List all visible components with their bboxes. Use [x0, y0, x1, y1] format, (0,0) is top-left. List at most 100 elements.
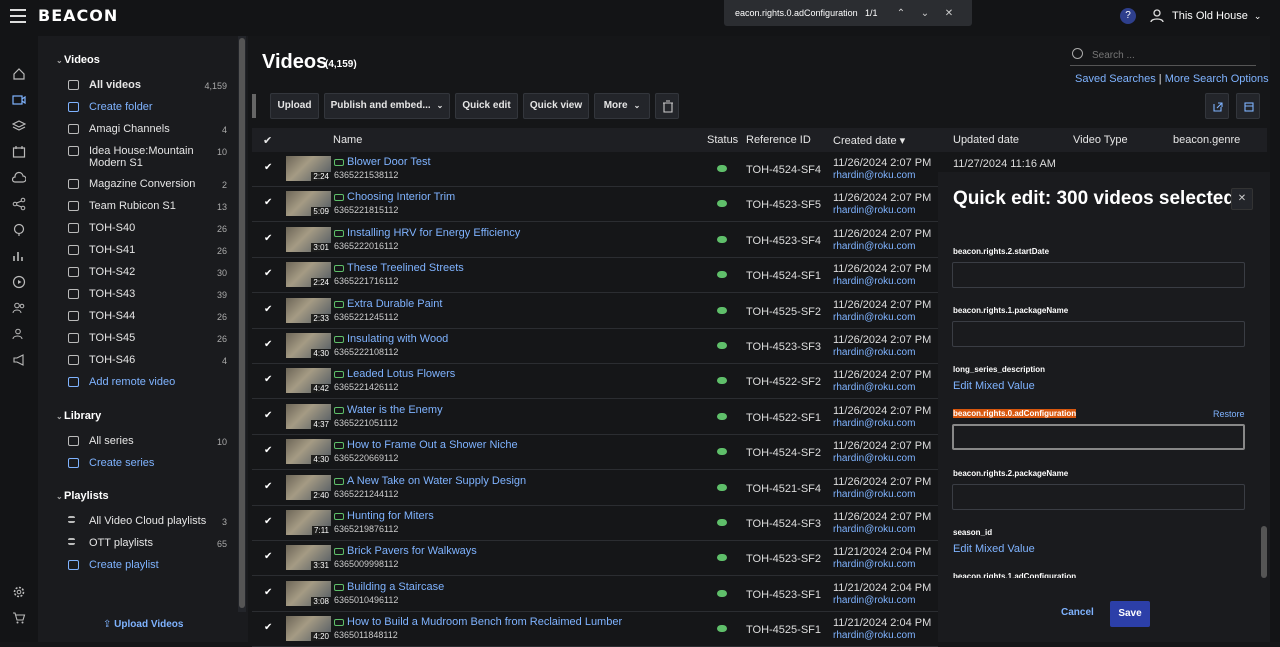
video-thumbnail[interactable]: 2:33	[286, 297, 331, 323]
megaphone-icon[interactable]	[12, 353, 26, 367]
column-video-type[interactable]: Video Type	[1073, 134, 1128, 146]
video-thumbnail[interactable]: 3:01	[286, 226, 331, 252]
help-icon[interactable]: ?	[1120, 8, 1136, 24]
search-box[interactable]	[1070, 44, 1256, 66]
share-icon[interactable]	[12, 197, 26, 211]
video-thumbnail[interactable]: 3:31	[286, 545, 331, 571]
video-thumbnail[interactable]: 4:37	[286, 403, 331, 429]
analytics-icon[interactable]	[12, 249, 26, 263]
row-checkbox[interactable]: ✔	[264, 587, 272, 598]
video-title-link[interactable]: Building a Staircase	[347, 581, 444, 593]
app-logo[interactable]: BEACON	[38, 6, 118, 25]
quick-edit-button[interactable]: Quick edit	[455, 93, 518, 119]
more-search-options-link[interactable]: More Search Options	[1165, 73, 1269, 85]
column-created-date[interactable]: Created date ▾	[833, 134, 905, 147]
row-checkbox[interactable]: ✔	[264, 162, 272, 173]
brush-icon[interactable]	[12, 223, 26, 237]
table-row[interactable]: ✔ 2:24 Blower Door Test 6365221538112 TOH-45…	[252, 152, 938, 187]
sidebar-folder[interactable]: Idea House:Mountain Modern S1 10	[68, 145, 228, 171]
saved-searches-link[interactable]: Saved Searches	[1075, 73, 1156, 85]
section-videos[interactable]: ⌄Videos	[56, 54, 100, 66]
table-row[interactable]: ✔ 7:11 Hunting for Miters 6365219876112 TOH-…	[252, 506, 938, 541]
table-row[interactable]: ✔ 3:31 Brick Pavers for Walkways 6365009998…	[252, 541, 938, 577]
video-thumbnail[interactable]: 4:30	[286, 333, 331, 358]
row-checkbox[interactable]: ✔	[264, 304, 272, 315]
section-library[interactable]: ⌄Library	[56, 410, 101, 422]
table-row[interactable]: ✔ 3:08 Building a Staircase 6365010496112 TO…	[252, 577, 938, 612]
row-checkbox[interactable]: ✔	[264, 481, 272, 492]
calendar-icon[interactable]	[12, 145, 26, 159]
video-thumbnail[interactable]: 4:20	[286, 616, 331, 642]
video-title-link[interactable]: Blower Door Test	[347, 156, 431, 168]
video-thumbnail[interactable]: 2:24	[286, 262, 331, 288]
video-title-link[interactable]: How to Build a Mudroom Bench from Reclai…	[347, 616, 622, 628]
row-checkbox[interactable]: ✔	[264, 339, 272, 350]
video-title-link[interactable]: Hunting for Miters	[347, 510, 434, 522]
package-name-field[interactable]	[952, 321, 1245, 347]
row-checkbox[interactable]: ✔	[264, 374, 272, 385]
video-thumbnail[interactable]: 7:11	[286, 510, 331, 535]
edit-mixed-value-link[interactable]: Edit Mixed Value	[953, 543, 1035, 555]
video-title-link[interactable]: Extra Durable Paint	[347, 298, 442, 310]
user-settings-icon[interactable]	[12, 327, 26, 341]
cancel-button[interactable]: Cancel	[1055, 602, 1100, 623]
ad-configuration-field[interactable]	[952, 424, 1245, 450]
panel-scrollbar[interactable]	[1261, 526, 1267, 578]
table-row[interactable]: ✔ 4:30 How to Frame Out a Shower Niche 6365…	[252, 435, 938, 471]
video-thumbnail[interactable]: 3:08	[286, 580, 331, 606]
find-query[interactable]: eacon.rights.0.adConfiguration	[735, 8, 865, 18]
table-row[interactable]: ✔ 4:42 Leaded Lotus Flowers 6365221426112 TO…	[252, 364, 938, 400]
column-updated-date[interactable]: Updated date	[953, 134, 1019, 146]
table-row[interactable]: ✔ 4:37 Water is the Enemy 6365221051112 TOH-…	[252, 400, 938, 435]
restore-link[interactable]: Restore	[1213, 409, 1245, 419]
user-menu[interactable]: This Old House ⌄	[1150, 9, 1261, 23]
row-checkbox[interactable]: ✔	[264, 516, 272, 527]
video-title-link[interactable]: These Treelined Streets	[347, 262, 464, 274]
find-close-icon[interactable]: ✕	[937, 8, 961, 19]
more-button[interactable]: More ⌄	[594, 93, 650, 119]
sidebar-scrollbar[interactable]	[238, 36, 246, 612]
row-checkbox[interactable]: ✔	[264, 410, 272, 421]
row-checkbox[interactable]: ✔	[264, 551, 272, 562]
video-title-link[interactable]: Choosing Interior Trim	[347, 191, 455, 203]
column-genre[interactable]: beacon.genre	[1173, 134, 1240, 146]
table-row[interactable]: ✔ 5:09 Choosing Interior Trim 6365221815112…	[252, 187, 938, 223]
close-icon[interactable]: ✕	[1231, 188, 1253, 210]
cloud-icon[interactable]	[11, 171, 27, 185]
gear-icon[interactable]	[12, 585, 26, 599]
find-next-icon[interactable]: ⌄	[913, 8, 937, 19]
row-checkbox[interactable]: ✔	[264, 268, 272, 279]
video-title-link[interactable]: Insulating with Wood	[347, 333, 448, 345]
search-input[interactable]	[1092, 47, 1252, 63]
row-checkbox[interactable]: ✔	[264, 622, 272, 633]
table-row[interactable]: ✔ 2:24 These Treelined Streets 636522171611…	[252, 258, 938, 294]
quick-view-button[interactable]: Quick view	[523, 93, 589, 119]
video-title-link[interactable]: Installing HRV for Energy Efficiency	[347, 227, 520, 239]
upload-videos-link[interactable]: ⇪ Upload Videos	[103, 619, 183, 630]
column-name[interactable]: Name	[333, 134, 362, 146]
users-icon[interactable]	[12, 301, 26, 315]
table-row[interactable]: ✔ 3:01 Installing HRV for Energy Efficienc…	[252, 223, 938, 258]
videos-icon[interactable]	[12, 93, 26, 107]
layers-icon[interactable]	[11, 119, 27, 133]
select-all-checkbox[interactable]: ✔	[263, 134, 272, 147]
column-status[interactable]: Status	[707, 134, 738, 146]
home-icon[interactable]	[12, 67, 26, 81]
video-thumbnail[interactable]: 2:40	[286, 474, 331, 500]
section-playlists[interactable]: ⌄Playlists	[56, 490, 109, 502]
publish-embed-button[interactable]: Publish and embed... ⌄	[324, 93, 450, 119]
table-row[interactable]: ✔ 2:40 A New Take on Water Supply Design 63…	[252, 471, 938, 506]
edit-mixed-value-link[interactable]: Edit Mixed Value	[953, 380, 1035, 392]
table-row[interactable]: ✔ 2:33 Extra Durable Paint 6365221245112 TOH…	[252, 294, 938, 329]
cart-icon[interactable]	[12, 611, 26, 625]
find-prev-icon[interactable]: ⌃	[889, 8, 913, 19]
video-title-link[interactable]: Leaded Lotus Flowers	[347, 368, 455, 380]
page-scrollbar[interactable]	[1270, 36, 1280, 642]
play-icon[interactable]	[12, 275, 26, 289]
package-name-2-field[interactable]	[952, 484, 1245, 510]
column-reference-id[interactable]: Reference ID	[746, 134, 811, 146]
video-thumbnail[interactable]: 5:09	[286, 191, 331, 217]
video-title-link[interactable]: Brick Pavers for Walkways	[347, 545, 477, 557]
delete-button[interactable]	[655, 93, 679, 119]
start-date-field[interactable]	[952, 262, 1245, 288]
